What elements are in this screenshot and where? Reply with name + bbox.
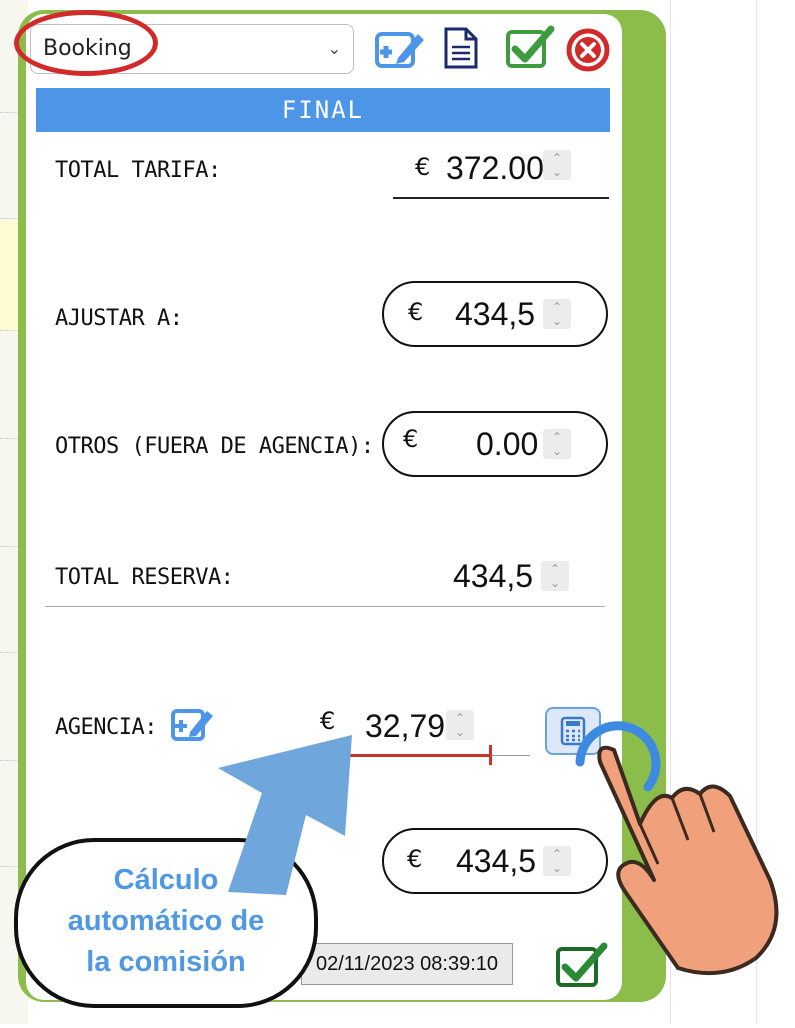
spinner-down-icon[interactable]: ⌄ [541, 576, 569, 590]
spinner-up-icon[interactable]: ⌃ [446, 711, 474, 725]
total-tarifa-underline [393, 197, 609, 199]
highlight-ellipse [14, 10, 158, 76]
chevron-down-icon: ⌄ [327, 39, 341, 58]
ajustar-value[interactable]: 434,5 [455, 296, 535, 333]
total-reserva-value[interactable]: 434,5 [453, 558, 533, 595]
agencia-range-marker [489, 745, 492, 765]
ajustar-currency: € [408, 298, 424, 326]
agencia-label: AGENCIA: [55, 715, 157, 740]
agencia-currency: € [320, 707, 336, 735]
callout-text: Cálculo automático de la comisión [30, 860, 302, 983]
spinner-down-icon[interactable]: ⌄ [543, 444, 571, 458]
timestamp-field: 02/11/2023 08:39:10 [301, 943, 513, 985]
edit-plus-icon[interactable] [374, 26, 424, 72]
otros-label: OTROS (FUERA DE AGENCIA): [55, 434, 374, 459]
callout-line: Cálculo [113, 864, 219, 896]
total-tarifa-currency: € [415, 153, 431, 181]
ajustar-spinner[interactable]: ⌃ ⌄ [543, 299, 571, 329]
close-icon[interactable] [566, 26, 614, 72]
spinner-up-icon[interactable]: ⌃ [543, 300, 571, 314]
document-icon[interactable] [440, 26, 488, 72]
hand-pointer-icon [560, 712, 795, 1024]
spinner-up-icon[interactable]: ⌃ [541, 562, 569, 576]
total-reserva-spinner[interactable]: ⌃ ⌄ [541, 561, 569, 591]
agencia-underline [490, 755, 530, 756]
otros-spinner[interactable]: ⌃ ⌄ [543, 429, 571, 459]
total-tarifa-value[interactable]: 372.00 [446, 150, 544, 187]
otros-currency: € [403, 425, 419, 453]
agencia-edit-icon[interactable] [170, 704, 216, 748]
agencia-value[interactable]: 32,79 [365, 708, 445, 745]
callout-line: la comisión [86, 946, 246, 978]
final-header: FINAL [36, 88, 610, 132]
otros-value[interactable]: 0.00 [476, 426, 538, 463]
spinner-down-icon[interactable]: ⌄ [543, 165, 571, 179]
agencia-spinner[interactable]: ⌃ ⌄ [446, 710, 474, 740]
ajustar-label: AJUSTAR A: [55, 306, 183, 331]
section-divider [45, 606, 605, 607]
spinner-down-icon[interactable]: ⌄ [446, 725, 474, 739]
total-tarifa-label: TOTAL TARIFA: [55, 158, 221, 183]
agencia-range-line [340, 754, 492, 757]
spinner-up-icon[interactable]: ⌃ [543, 151, 571, 165]
callout-line: automático de [67, 905, 265, 937]
total-reserva-label: TOTAL RESERVA: [55, 565, 234, 590]
final-total-value[interactable]: 434,5 [456, 843, 536, 880]
final-total-currency: € [407, 845, 423, 873]
spinner-up-icon[interactable]: ⌃ [543, 430, 571, 444]
total-tarifa-spinner[interactable]: ⌃ ⌄ [543, 150, 571, 180]
spinner-down-icon[interactable]: ⌄ [543, 314, 571, 328]
check-icon[interactable] [505, 24, 555, 70]
